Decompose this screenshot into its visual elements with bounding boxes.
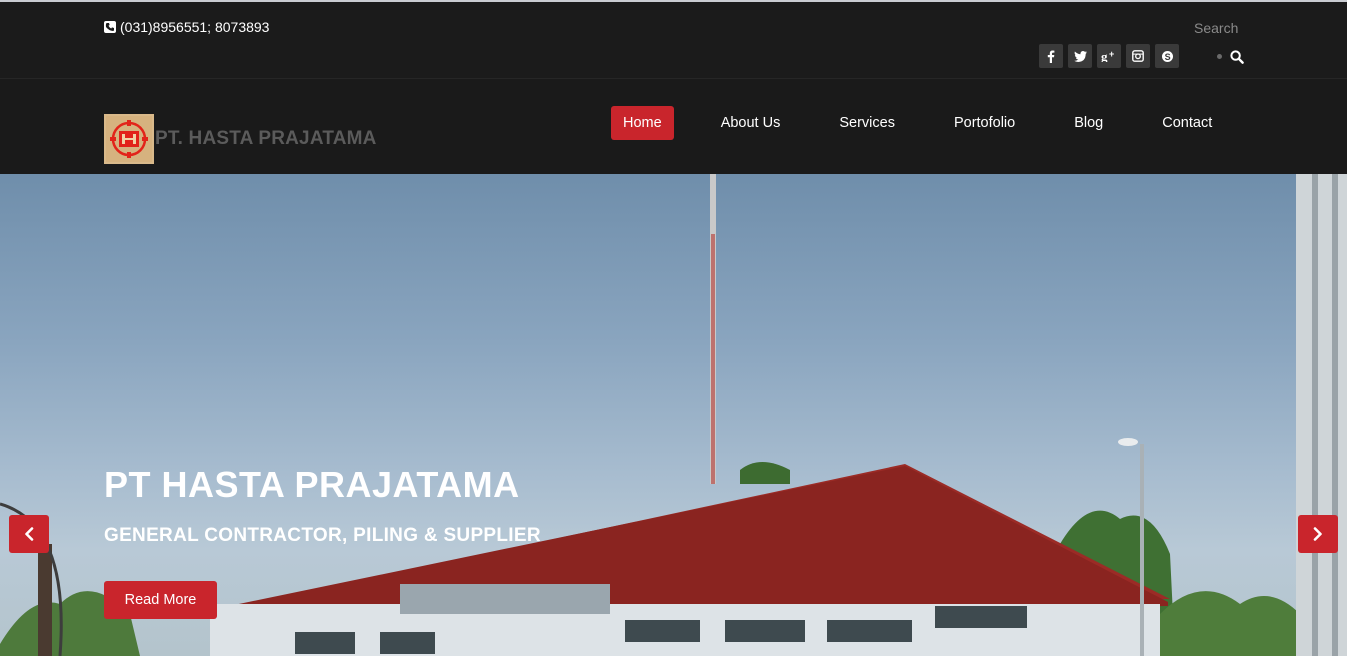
read-more-button[interactable]: Read More xyxy=(104,581,217,619)
slider-prev-button[interactable] xyxy=(9,515,49,553)
svg-text:+: + xyxy=(1109,50,1114,59)
contact-phone: (031)8956551; 8073893 xyxy=(104,19,269,35)
company-logo[interactable] xyxy=(104,114,154,164)
slider-next-button[interactable] xyxy=(1298,515,1338,553)
main-navbar: PT. HASTA PRAJATAMA Home About Us Servic… xyxy=(0,79,1347,174)
google-plus-icon[interactable]: g + xyxy=(1097,44,1121,68)
nav-portofolio[interactable]: Portofolio xyxy=(942,106,1027,140)
top-bar: (031)8956551; 8073893 g+ S xyxy=(0,0,1347,79)
search-dot xyxy=(1217,54,1222,59)
hero-title: PT HASTA PRAJATAMA xyxy=(104,464,520,505)
instagram-icon[interactable] xyxy=(1126,44,1150,68)
nav-about-us[interactable]: About Us xyxy=(709,106,793,140)
svg-text:g: g xyxy=(1101,50,1108,62)
phone-number: (031)8956551; 8073893 xyxy=(120,19,270,35)
brand-name[interactable]: PT. HASTA PRAJATAMA xyxy=(155,128,377,150)
chevron-right-icon xyxy=(1313,527,1322,541)
phone-icon xyxy=(104,21,116,33)
nav-contact[interactable]: Contact xyxy=(1150,106,1224,140)
nav-services[interactable]: Services xyxy=(827,106,907,140)
hero-slider: PT HASTA PRAJATAMA GENERAL CONTRACTOR, P… xyxy=(0,174,1347,656)
search-input[interactable] xyxy=(1188,17,1248,39)
chevron-left-icon xyxy=(25,527,34,541)
nav-home[interactable]: Home xyxy=(611,106,674,140)
nav-blog[interactable]: Blog xyxy=(1062,106,1115,140)
twitter-icon[interactable] xyxy=(1068,44,1092,68)
hero-subtitle: GENERAL CONTRACTOR, PILING & SUPPLIER xyxy=(104,525,541,546)
social-links: g + S xyxy=(1039,44,1179,68)
main-menu: Home About Us Services Portofolio Blog C… xyxy=(611,106,1224,140)
svg-text:S: S xyxy=(1164,52,1170,62)
search-icon[interactable] xyxy=(1230,50,1244,69)
facebook-icon[interactable] xyxy=(1039,44,1063,68)
skype-icon[interactable]: S xyxy=(1155,44,1179,68)
